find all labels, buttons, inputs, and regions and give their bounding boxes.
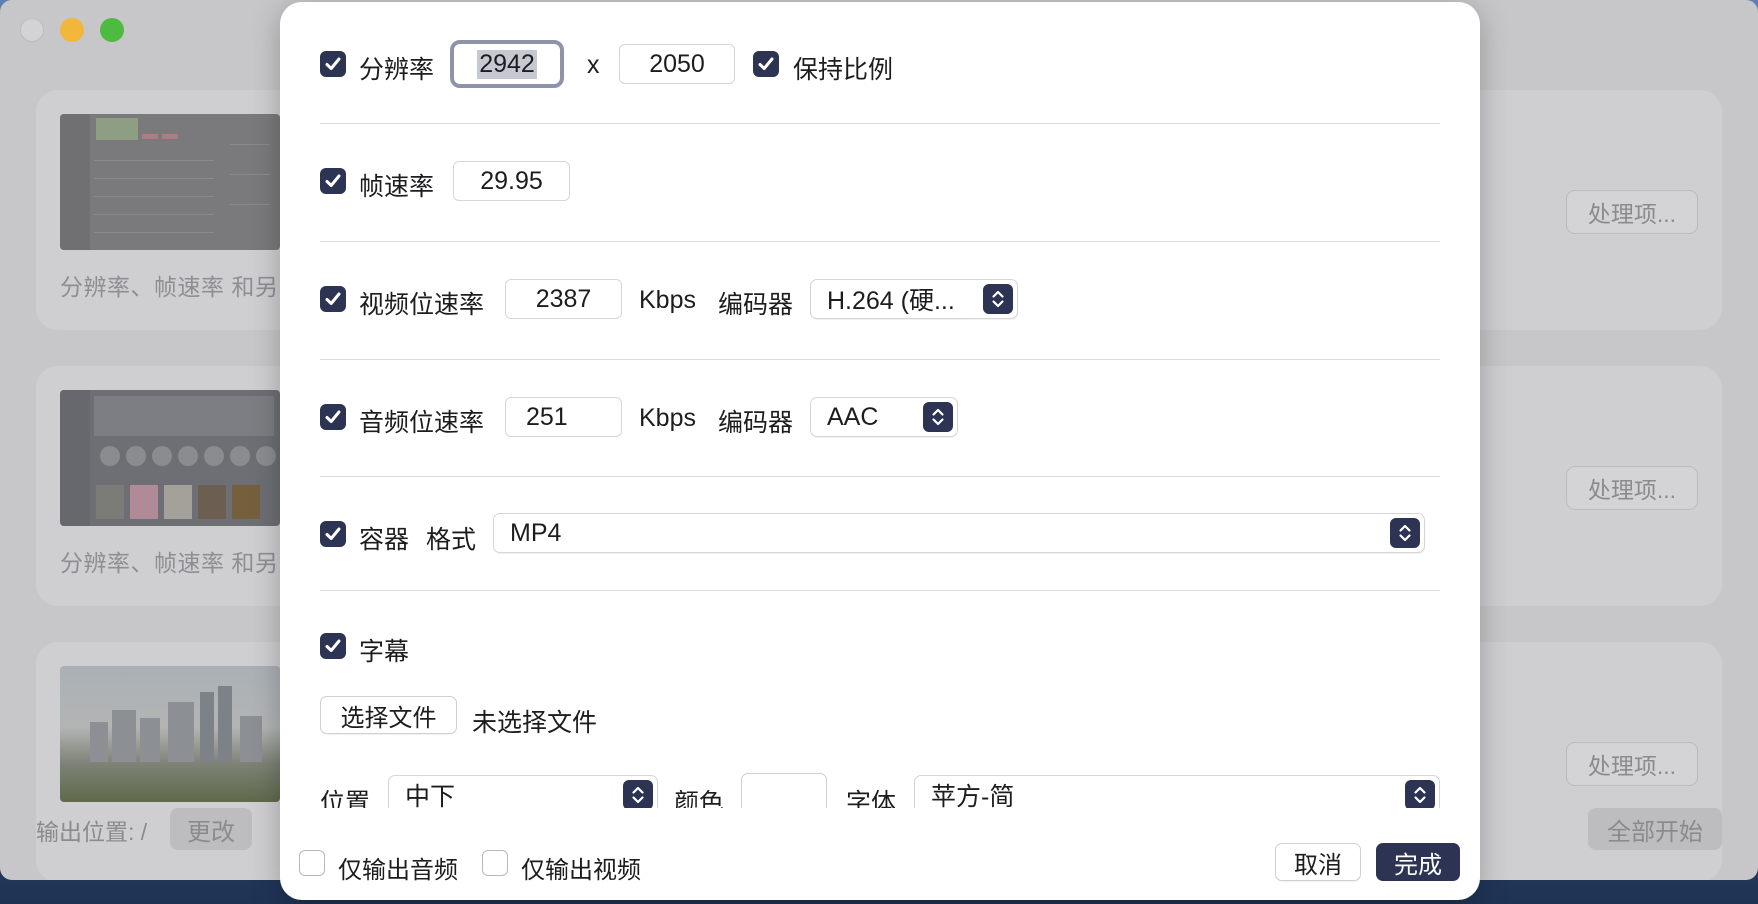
audio-bitrate-label: 音频位速率	[359, 409, 485, 437]
frame-rate-checkbox[interactable]	[320, 168, 346, 194]
media-thumbnail	[60, 114, 280, 250]
divider	[320, 123, 1440, 124]
checkmark-icon	[325, 527, 341, 540]
cancel-button[interactable]: 取消	[1275, 843, 1361, 881]
window-minimize-button[interactable]	[60, 18, 84, 42]
change-output-button[interactable]: 更改	[170, 808, 252, 850]
audio-bitrate-input[interactable]: 251	[505, 397, 622, 437]
checkmark-icon	[325, 292, 341, 305]
chevron-up-down-icon	[623, 780, 653, 808]
subtitle-color-well[interactable]	[741, 773, 827, 808]
subtitle-options-row: 位置 中下 颜色 字体 苹方-简	[280, 762, 1480, 808]
format-label: 格式	[426, 526, 477, 554]
process-items-button[interactable]: 处理项...	[1566, 742, 1698, 786]
process-items-button[interactable]: 处理项...	[1566, 466, 1698, 510]
start-all-button[interactable]: 全部开始	[1588, 808, 1722, 850]
resolution-label: 分辨率	[359, 56, 435, 84]
frame-rate-label: 帧速率	[359, 173, 435, 201]
subtitle-color-label: 颜色	[674, 789, 725, 808]
video-bitrate-label: 视频位速率	[359, 291, 485, 319]
resolution-height-input[interactable]: 2050	[619, 44, 735, 84]
checkmark-icon	[325, 174, 341, 187]
card-description: 分辨率、帧速率 和另	[60, 274, 279, 300]
chevron-up-down-icon	[1390, 518, 1420, 548]
resolution-checkbox[interactable]	[320, 51, 346, 77]
container-format-value: MP4	[510, 518, 562, 547]
subtitle-font-label: 字体	[846, 789, 897, 808]
done-button[interactable]: 完成	[1376, 843, 1460, 881]
video-bitrate-checkbox[interactable]	[320, 286, 346, 312]
chevron-up-down-icon	[983, 284, 1013, 314]
card-description: 分辨率、帧速率 和另	[60, 550, 279, 576]
keep-ratio-label: 保持比例	[793, 56, 894, 84]
subtitle-font-select[interactable]: 苹方-简	[914, 775, 1440, 808]
subtitle-position-label: 位置	[320, 789, 371, 808]
chevron-up-down-icon	[1405, 780, 1435, 808]
divider	[320, 359, 1440, 360]
output-location-label: 输出位置: /	[36, 819, 148, 845]
file-status-text: 未选择文件	[472, 709, 598, 737]
subtitle-position-value: 中下	[405, 783, 456, 808]
audio-encoder-value: AAC	[827, 402, 879, 431]
video-encoder-label: 编码器	[718, 291, 794, 319]
audio-only-checkbox[interactable]	[299, 850, 325, 876]
divider	[320, 241, 1440, 242]
audio-encoder-label: 编码器	[718, 409, 794, 437]
divider	[320, 476, 1440, 477]
subtitle-position-select[interactable]: 中下	[388, 775, 658, 808]
divider	[320, 590, 1440, 591]
container-format-select[interactable]: MP4	[493, 513, 1425, 553]
resolution-width-input[interactable]: 2942	[450, 40, 564, 88]
audio-encoder-select[interactable]: AAC	[810, 397, 958, 437]
subtitle-font-value: 苹方-简	[931, 783, 1015, 808]
checkmark-icon	[758, 57, 774, 70]
frame-rate-input[interactable]: 29.95	[453, 161, 570, 201]
checkmark-icon	[325, 410, 341, 423]
resolution-separator: x	[587, 51, 600, 79]
video-encoder-select[interactable]: H.264 (硬...	[810, 279, 1018, 319]
subtitles-label: 字幕	[359, 638, 410, 666]
chevron-up-down-icon	[923, 402, 953, 432]
choose-file-button[interactable]: 选择文件	[320, 696, 457, 734]
container-checkbox[interactable]	[320, 521, 346, 547]
process-items-button[interactable]: 处理项...	[1566, 190, 1698, 234]
audio-bitrate-checkbox[interactable]	[320, 404, 346, 430]
video-bitrate-unit: Kbps	[639, 286, 696, 314]
window-zoom-button[interactable]	[100, 18, 124, 42]
window-close-button[interactable]	[20, 18, 44, 42]
container-label: 容器	[359, 526, 410, 554]
media-thumbnail	[60, 666, 280, 802]
processing-options-dialog: 分辨率 2942 x 2050 保持比例 帧速率 29.95 视频位速率 238…	[280, 2, 1480, 900]
audio-only-label: 仅输出音频	[338, 857, 458, 884]
audio-bitrate-unit: Kbps	[639, 404, 696, 432]
checkmark-icon	[325, 57, 341, 70]
video-only-checkbox[interactable]	[482, 850, 508, 876]
video-bitrate-input[interactable]: 2387	[505, 279, 622, 319]
video-only-label: 仅输出视频	[521, 857, 641, 884]
checkmark-icon	[325, 639, 341, 652]
media-thumbnail	[60, 390, 280, 526]
video-encoder-value: H.264 (硬...	[827, 287, 955, 315]
keep-ratio-checkbox[interactable]	[753, 51, 779, 77]
resolution-width-value: 2942	[477, 49, 537, 79]
subtitles-checkbox[interactable]	[320, 633, 346, 659]
